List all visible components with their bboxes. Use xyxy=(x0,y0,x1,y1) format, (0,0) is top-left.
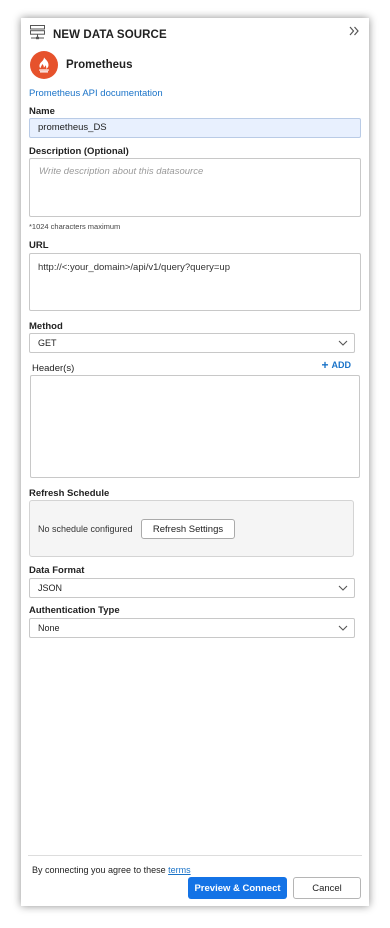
name-field[interactable]: prometheus_DS xyxy=(29,118,361,138)
refresh-schedule-status: No schedule configured xyxy=(38,524,133,534)
cancel-button[interactable]: Cancel xyxy=(293,877,361,899)
description-label: Description (Optional) xyxy=(29,146,129,157)
data-format-select[interactable]: JSON xyxy=(29,578,355,598)
panel-header: NEW DATA SOURCE xyxy=(29,24,167,46)
refresh-schedule-label: Refresh Schedule xyxy=(29,488,110,499)
headers-label: Header(s) xyxy=(32,363,75,374)
terms-agreement: By connecting you agree to these terms xyxy=(32,865,191,875)
terms-link[interactable]: terms xyxy=(168,865,191,875)
chevron-down-icon xyxy=(338,339,348,347)
server-stack-icon xyxy=(29,24,46,46)
plus-icon: + xyxy=(321,357,329,372)
method-label: Method xyxy=(29,321,63,332)
url-label: URL xyxy=(29,240,49,251)
data-format-value: JSON xyxy=(38,583,63,593)
panel-title: NEW DATA SOURCE xyxy=(53,29,167,41)
chevron-down-icon xyxy=(338,624,348,632)
refresh-schedule-box: No schedule configured Refresh Settings xyxy=(29,500,354,557)
description-field[interactable]: Write description about this datasource xyxy=(29,158,361,217)
chevron-down-icon xyxy=(338,584,348,592)
authentication-type-label: Authentication Type xyxy=(29,605,120,616)
prometheus-api-documentation-link[interactable]: Prometheus API documentation xyxy=(29,88,163,99)
authentication-type-value: None xyxy=(38,623,60,633)
authentication-type-select[interactable]: None xyxy=(29,618,355,638)
add-header-button[interactable]: + ADD xyxy=(321,357,352,372)
data-format-label: Data Format xyxy=(29,565,85,576)
add-header-label: ADD xyxy=(331,360,352,370)
preview-and-connect-button[interactable]: Preview & Connect xyxy=(188,877,287,899)
headers-field[interactable] xyxy=(30,375,360,478)
url-field[interactable]: http://<:your_domain>/api/v1/query?query… xyxy=(29,253,361,311)
refresh-settings-button[interactable]: Refresh Settings xyxy=(141,519,235,539)
method-select[interactable]: GET xyxy=(29,333,355,353)
name-label: Name xyxy=(29,106,55,117)
provider-name: Prometheus xyxy=(66,59,133,71)
method-value: GET xyxy=(38,338,57,348)
double-chevron-right-icon[interactable] xyxy=(347,24,361,38)
prometheus-flame-icon xyxy=(30,51,58,79)
footer-divider xyxy=(28,855,362,856)
character-limit-hint: *1024 characters maximum xyxy=(29,222,121,231)
terms-agreement-text: By connecting you agree to these xyxy=(32,865,166,875)
new-data-source-panel: NEW DATA SOURCE Prometheus Prometheus AP… xyxy=(21,18,369,906)
provider-row: Prometheus xyxy=(30,51,132,79)
